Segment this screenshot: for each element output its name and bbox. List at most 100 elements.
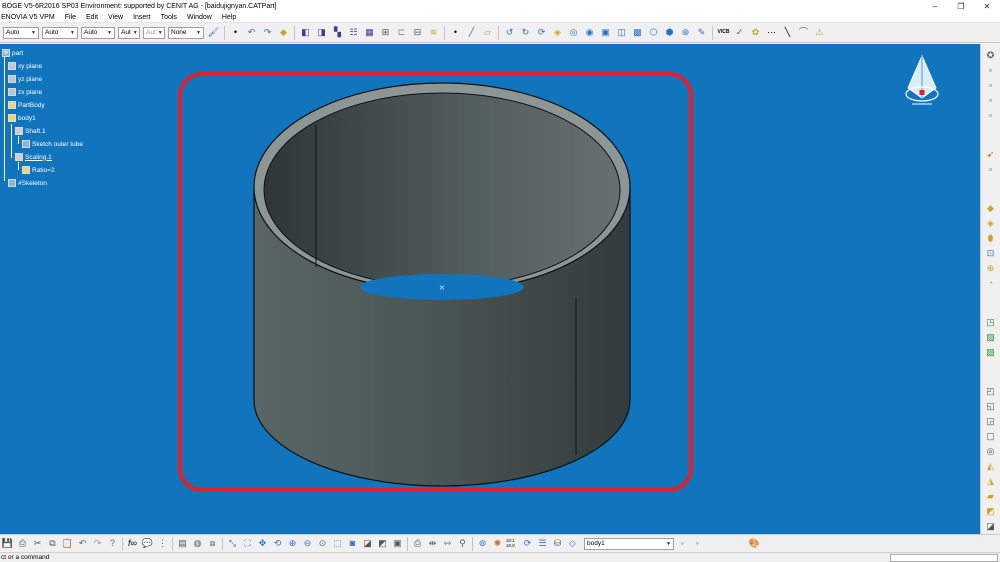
hole-icon[interactable]: ⊡ bbox=[984, 247, 998, 260]
pin-alt-icon[interactable]: ◨ bbox=[315, 26, 328, 39]
copy-icon[interactable]: ⧉ bbox=[46, 537, 59, 550]
cube-icon[interactable]: ▫ bbox=[984, 79, 998, 92]
current-body-combo[interactable]: body1 ▼ bbox=[584, 537, 674, 550]
blend-icon[interactable]: ◫ bbox=[615, 26, 628, 39]
triangle-warning-icon[interactable]: ⚠ bbox=[813, 26, 826, 39]
check-icon[interactable]: ✓ bbox=[733, 26, 746, 39]
split-icon[interactable]: ◎ bbox=[567, 26, 580, 39]
redo-icon[interactable]: ↷ bbox=[91, 537, 104, 550]
dotted-line-icon[interactable]: ⋯ bbox=[765, 26, 778, 39]
sketch-icon[interactable]: ⊛ bbox=[679, 26, 692, 39]
menu-window[interactable]: Window bbox=[182, 14, 217, 21]
minimize-button[interactable]: – bbox=[922, 0, 948, 12]
chamfer-icon[interactable]: ◎ bbox=[984, 445, 998, 458]
pocket-icon[interactable]: ◈ bbox=[984, 217, 998, 230]
capture-icon[interactable]: ▣ bbox=[391, 537, 404, 550]
line-icon[interactable]: ╱ bbox=[465, 26, 478, 39]
close-button[interactable]: ✕ bbox=[974, 0, 1000, 12]
point-icon[interactable]: • bbox=[449, 26, 462, 39]
layer-combo[interactable]: None ▼ bbox=[168, 26, 204, 39]
sweep-icon[interactable]: ⟳ bbox=[535, 26, 548, 39]
extrude-icon[interactable]: ◈ bbox=[551, 26, 564, 39]
measure-icon[interactable]: ⊟ bbox=[411, 26, 424, 39]
menu-insert[interactable]: Insert bbox=[128, 14, 156, 21]
hand-icon[interactable]: ▚ bbox=[331, 26, 344, 39]
tools-icon[interactable]: ◦ bbox=[691, 537, 704, 550]
shading-icon[interactable]: ◙ bbox=[346, 537, 359, 550]
circle-icon[interactable]: ↻ bbox=[519, 26, 532, 39]
thick-icon[interactable]: ▰ bbox=[984, 490, 998, 503]
law-icon[interactable]: ⋮ bbox=[156, 537, 169, 550]
table-icon[interactable]: ▤ bbox=[176, 537, 189, 550]
face-icon[interactable]: ▧ bbox=[984, 346, 998, 359]
formula-icon[interactable]: f∞ bbox=[126, 537, 139, 550]
print-icon[interactable]: ⎙ bbox=[16, 537, 29, 550]
iso-view-icon[interactable]: ⬚ bbox=[331, 537, 344, 550]
menu-file[interactable]: File bbox=[60, 14, 81, 21]
arc-icon[interactable]: ⌒ bbox=[797, 26, 810, 39]
grid-icon[interactable]: ▦ bbox=[363, 26, 376, 39]
print-preview-icon[interactable]: ⎙ bbox=[411, 537, 424, 550]
fit-all-icon[interactable]: ⛶ bbox=[241, 537, 254, 550]
menu-view[interactable]: View bbox=[103, 14, 128, 21]
plane-icon[interactable]: ▱ bbox=[481, 26, 494, 39]
paint-icon[interactable]: ✿ bbox=[749, 26, 762, 39]
render-icon[interactable]: ✺ bbox=[491, 537, 504, 550]
grid-icon[interactable]: ▫ bbox=[984, 94, 998, 107]
dress-up-icon[interactable]: ◳ bbox=[984, 316, 998, 329]
undo-curve-icon[interactable]: ↶ bbox=[245, 26, 258, 39]
pattern-icon[interactable]: ⬢ bbox=[663, 26, 676, 39]
split-icon[interactable]: ◩ bbox=[984, 505, 998, 518]
move-icon[interactable]: ▫ bbox=[984, 163, 998, 176]
paint-brush-icon[interactable]: 🖌 bbox=[207, 26, 220, 39]
fill-icon[interactable]: ▣ bbox=[599, 26, 612, 39]
pin-icon[interactable]: ◧ bbox=[299, 26, 312, 39]
menu-help[interactable]: Help bbox=[217, 14, 241, 21]
offset-icon[interactable]: ▩ bbox=[631, 26, 644, 39]
sketch-icon[interactable]: ▫ bbox=[984, 64, 998, 77]
rotate-view-icon[interactable]: ⟲ bbox=[271, 537, 284, 550]
cylinder-icon[interactable]: ⬮ bbox=[984, 232, 998, 245]
fillet-icon[interactable]: ▢ bbox=[984, 430, 998, 443]
paste-icon[interactable]: 📋 bbox=[61, 537, 74, 550]
pad-icon[interactable]: ◆ bbox=[984, 202, 998, 215]
join-icon[interactable]: ◉ bbox=[583, 26, 596, 39]
point-icon[interactable]: • bbox=[229, 26, 242, 39]
circle-icon[interactable]: ◔ bbox=[984, 277, 998, 290]
scale-icon[interactable]: ◲ bbox=[984, 415, 998, 428]
transparency-combo[interactable]: Auto ▼ bbox=[42, 26, 78, 39]
3d-viewport[interactable]: ⚙ part xy plane yz plane zx plane PartBo… bbox=[0, 44, 980, 534]
snap-icon[interactable]: ⊞ bbox=[379, 26, 392, 39]
comment-icon[interactable]: 💬 bbox=[141, 537, 154, 550]
eraser-icon[interactable]: ◆ bbox=[277, 26, 290, 39]
slash-icon[interactable]: ╲ bbox=[781, 26, 794, 39]
hide-show-icon[interactable]: ◪ bbox=[361, 537, 374, 550]
draft-icon[interactable]: ◭ bbox=[984, 460, 998, 473]
rotate-icon[interactable]: ↷ bbox=[261, 26, 274, 39]
text-icon[interactable]: ✎ bbox=[695, 26, 708, 39]
help-icon[interactable]: ? bbox=[106, 537, 119, 550]
paint-palette-icon[interactable]: 🎨 bbox=[748, 537, 761, 550]
restore-button[interactable]: ❐ bbox=[948, 0, 974, 12]
measure-between-icon[interactable]: ⇹ bbox=[426, 537, 439, 550]
pattern-icon[interactable]: ◱ bbox=[984, 400, 998, 413]
save-icon[interactable]: 💾 bbox=[1, 537, 14, 550]
stack-icon[interactable]: ☰ bbox=[536, 537, 549, 550]
menu-edit[interactable]: Edit bbox=[81, 14, 103, 21]
measure-item-icon[interactable]: ⇿ bbox=[441, 537, 454, 550]
update-icon[interactable]: ⟳ bbox=[521, 537, 534, 550]
pointer-icon[interactable]: ➹ bbox=[984, 148, 998, 161]
zoom-out-icon[interactable]: ⊖ bbox=[301, 537, 314, 550]
fly-mode-icon[interactable]: ⤡ bbox=[226, 537, 239, 550]
line-type-combo[interactable]: Aut ▼ bbox=[118, 26, 140, 39]
transform-icon[interactable]: ⬡ bbox=[647, 26, 660, 39]
boolean-icon[interactable]: ◮ bbox=[984, 475, 998, 488]
check-analysis-icon[interactable]: ⧈ bbox=[206, 537, 219, 550]
scale-ratio-icon[interactable]: 10:1 10.0 bbox=[506, 537, 519, 550]
normal-view-icon[interactable]: ⊙ bbox=[316, 537, 329, 550]
compass-icon[interactable]: ✪ bbox=[984, 49, 998, 62]
swap-view-icon[interactable]: ◩ bbox=[376, 537, 389, 550]
eraser-icon[interactable]: ◇ bbox=[566, 537, 579, 550]
select-filter-icon[interactable]: ☷ bbox=[347, 26, 360, 39]
cut-icon[interactable]: ✂ bbox=[31, 537, 44, 550]
